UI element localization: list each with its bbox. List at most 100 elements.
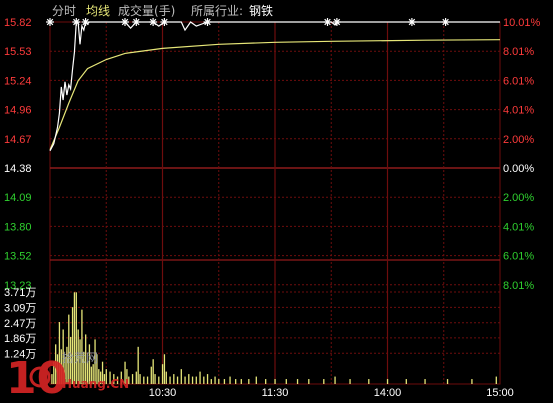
volume-bar xyxy=(180,369,182,384)
limit-up-star-icon xyxy=(203,18,212,26)
volume-tick-label: 1.86万 xyxy=(4,333,36,345)
volume-bar xyxy=(308,379,310,384)
limit-up-star-icon xyxy=(441,18,450,26)
volume-bar xyxy=(68,314,70,384)
volume-bar xyxy=(285,379,287,384)
limit-up-star-icon xyxy=(72,18,81,26)
volume-bar xyxy=(135,371,137,384)
volume-tick-label: 2.47万 xyxy=(4,318,36,330)
volume-bar xyxy=(152,359,154,384)
limit-up-star-icon xyxy=(121,18,129,26)
volume-bar xyxy=(248,379,250,384)
volume-bar xyxy=(296,379,299,384)
volume-bar xyxy=(139,374,141,384)
volume-tick-label: 3.71万 xyxy=(4,287,36,299)
volume-bar xyxy=(229,376,231,384)
price-tick-label: 13.52 xyxy=(4,251,32,263)
volume-bar xyxy=(163,354,166,384)
volume-bar xyxy=(274,379,276,384)
limit-up-star-icon xyxy=(149,18,158,26)
industry-value[interactable]: 钢铁 xyxy=(249,4,273,18)
volume-bar xyxy=(131,374,134,384)
time-tick-label: 10:30 xyxy=(149,387,177,399)
limit-up-star-icon xyxy=(407,18,416,26)
time-tick-label: 11:30 xyxy=(262,387,289,399)
price-tick-label: 14.38 xyxy=(4,163,32,175)
volume-bar xyxy=(210,379,212,384)
limit-up-star-icon xyxy=(160,18,169,26)
price-tick-label: 15.53 xyxy=(4,46,32,58)
chart-header: 分时 均线 成交量(手) 所属行业: 钢铁 xyxy=(52,3,273,18)
volume-bar xyxy=(184,376,186,384)
percent-tick-label: 4.01% xyxy=(503,105,534,117)
percent-tick-label: 8.01% xyxy=(503,46,534,58)
time-tick-label: 15:00 xyxy=(486,387,514,399)
volume-bar xyxy=(235,379,237,384)
price-tick-label: 15.82 xyxy=(4,17,32,29)
percent-tick-label: 8.01% xyxy=(503,280,534,292)
limit-up-star-icon xyxy=(323,18,332,26)
industry-label: 所属行业: xyxy=(191,4,243,18)
volume-bar xyxy=(323,379,325,384)
volume-bar xyxy=(158,376,160,384)
volume-bar xyxy=(146,376,149,384)
volume-bar xyxy=(81,309,83,384)
volume-bar xyxy=(334,376,336,384)
volume-bar xyxy=(176,376,179,384)
tab-fenshi[interactable]: 分时 xyxy=(52,4,76,18)
volume-bar xyxy=(386,379,389,384)
volume-bar xyxy=(214,376,216,384)
volume-tick-label: 3.09万 xyxy=(4,302,36,314)
limit-up-star-icon xyxy=(46,18,54,26)
volume-bar xyxy=(349,379,351,384)
volume-bar xyxy=(73,292,76,384)
volume-bar xyxy=(161,364,164,384)
watermark-cn: 拾荒网 xyxy=(62,350,98,365)
volume-bar xyxy=(495,376,497,384)
volume-bar xyxy=(71,307,74,384)
volume-bar xyxy=(150,366,152,384)
price-tick-label: 13.80 xyxy=(4,221,32,233)
price-tick-label: 14.96 xyxy=(4,105,32,117)
volume-bar xyxy=(405,379,407,384)
chart-background xyxy=(0,0,553,403)
volume-bar xyxy=(223,379,226,384)
time-tick-label: 14:00 xyxy=(374,387,402,399)
percent-tick-label: 2.00% xyxy=(503,192,534,204)
volume-bar xyxy=(169,376,171,384)
volume-bar xyxy=(446,379,449,384)
volume-bar xyxy=(143,376,145,384)
watermark-url: Huang.CN xyxy=(62,377,129,391)
tab-junxian[interactable]: 均线 xyxy=(86,4,110,18)
volume-bar xyxy=(199,371,201,384)
volume-bar xyxy=(137,346,139,384)
percent-tick-label: 10.01% xyxy=(503,17,541,29)
intraday-chart: 15.82 10.01% 15.53 8.01% 15.24 6.01% 14.96 4.01… xyxy=(0,0,553,403)
percent-tick-label: 0.00% xyxy=(503,163,534,175)
limit-up-star-icon xyxy=(132,18,141,26)
percent-tick-label: 4.01% xyxy=(503,221,534,233)
price-tick-label: 15.24 xyxy=(4,75,32,87)
volume-bar xyxy=(154,374,156,384)
volume-bar xyxy=(206,374,209,384)
volume-label: 成交量(手) xyxy=(118,3,175,18)
volume-bar xyxy=(195,376,197,384)
percent-tick-label: 6.01% xyxy=(503,75,534,87)
price-tick-label: 14.67 xyxy=(4,134,32,146)
volume-bar xyxy=(75,292,77,384)
volume-bar xyxy=(265,379,267,384)
volume-bar xyxy=(240,379,242,384)
volume-bar xyxy=(368,379,370,384)
limit-up-star-icon xyxy=(332,18,341,26)
volume-bar xyxy=(424,379,426,384)
volume-bar xyxy=(191,376,194,384)
volume-bar xyxy=(255,376,257,384)
volume-bar xyxy=(203,376,205,384)
price-tick-label: 14.09 xyxy=(4,192,32,204)
volume-bar xyxy=(218,379,220,384)
percent-tick-label: 6.01% xyxy=(503,251,534,263)
watermark-number: 10 xyxy=(6,353,67,403)
volume-bar xyxy=(471,379,473,384)
percent-tick-label: 2.00% xyxy=(503,134,534,146)
volume-bar xyxy=(188,374,190,384)
